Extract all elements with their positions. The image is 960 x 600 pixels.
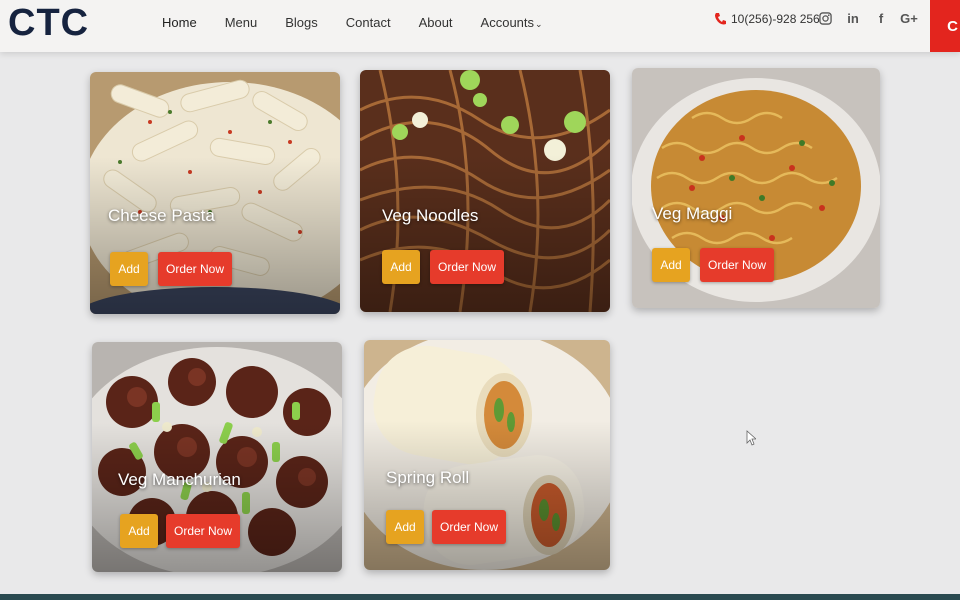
brand-logo[interactable]: CTC: [8, 2, 89, 45]
nav-about[interactable]: About: [419, 15, 453, 30]
order-now-button[interactable]: Order Now: [700, 248, 774, 282]
mouse-pointer-icon: [746, 430, 756, 446]
card-title: Veg Manchurian: [118, 470, 241, 489]
order-now-button[interactable]: Order Now: [166, 514, 240, 548]
food-card-spring-roll: Spring Roll Add Order Now: [364, 340, 610, 570]
food-card-veg-maggi: Veg Maggi Add Order Now: [632, 68, 880, 308]
chevron-down-icon: ⌄: [535, 19, 543, 29]
linkedin-icon[interactable]: in: [846, 10, 860, 26]
site-header: CTC Home Menu Blogs Contact About Accoun…: [0, 0, 960, 52]
card-title: Veg Noodles: [382, 206, 479, 225]
add-button[interactable]: Add: [386, 510, 424, 544]
order-now-button[interactable]: Order Now: [158, 252, 232, 286]
order-now-button[interactable]: Order Now: [430, 250, 504, 284]
instagram-icon[interactable]: [818, 10, 832, 26]
card-title: Veg Maggi: [652, 204, 733, 223]
taskbar-edge: [0, 594, 960, 600]
card-title: Spring Roll: [386, 468, 470, 487]
phone-icon: [715, 13, 726, 25]
nav-blogs[interactable]: Blogs: [285, 15, 318, 30]
add-button[interactable]: Add: [110, 252, 148, 286]
card-title: Cheese Pasta: [108, 206, 215, 225]
nav-menu[interactable]: Menu: [225, 15, 258, 30]
phone-number: 10(256)-928 256: [731, 12, 820, 26]
nav-accounts-label: Accounts: [480, 15, 535, 30]
nav-accounts[interactable]: Accounts⌄: [481, 15, 543, 30]
social-links: in f G+: [818, 10, 930, 26]
add-button[interactable]: Add: [120, 514, 158, 548]
food-card-veg-manchurian: Veg Manchurian Add Order Now: [92, 342, 342, 572]
google-plus-icon[interactable]: G+: [900, 10, 918, 26]
main-nav: Home Menu Blogs Contact About Accounts⌄: [162, 15, 571, 30]
facebook-icon[interactable]: f: [874, 10, 888, 26]
nav-home[interactable]: Home: [162, 15, 197, 30]
header-cta[interactable]: C: [930, 0, 960, 52]
food-card-veg-noodles: Veg Noodles Add Order Now: [360, 70, 610, 312]
food-card-cheese-pasta: Cheese Pasta Add Order Now: [90, 72, 340, 314]
contact-phone[interactable]: 10(256)-928 256: [714, 12, 820, 26]
add-button[interactable]: Add: [652, 248, 690, 282]
order-now-button[interactable]: Order Now: [432, 510, 506, 544]
nav-contact[interactable]: Contact: [346, 15, 391, 30]
add-button[interactable]: Add: [382, 250, 420, 284]
